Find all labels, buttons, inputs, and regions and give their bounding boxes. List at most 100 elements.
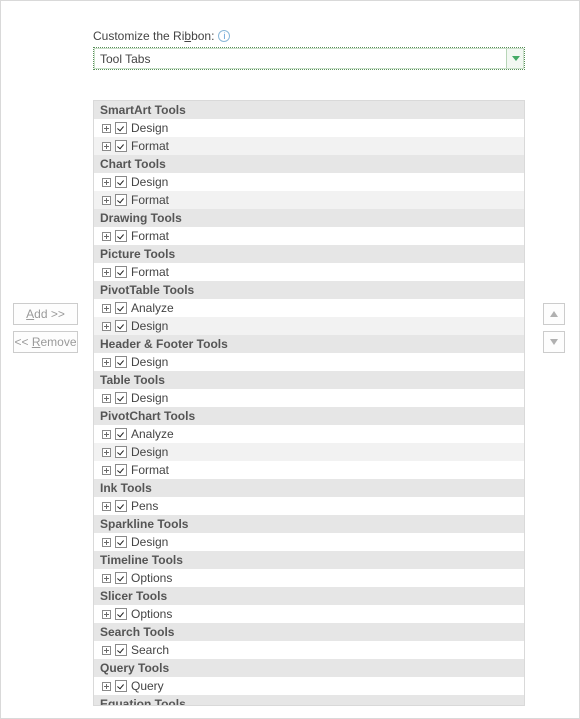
group-header[interactable]: Sparkline Tools [94, 515, 524, 533]
checkbox[interactable] [115, 464, 127, 476]
expand-icon[interactable] [102, 178, 111, 187]
tab-label: Design [131, 121, 168, 135]
group-header[interactable]: Table Tools [94, 371, 524, 389]
group-header[interactable]: Query Tools [94, 659, 524, 677]
group-header[interactable]: SmartArt Tools [94, 101, 524, 119]
tab-label: Format [131, 265, 169, 279]
checkbox[interactable] [115, 572, 127, 584]
group-header[interactable]: Search Tools [94, 623, 524, 641]
checkbox[interactable] [115, 176, 127, 188]
tab-label: Pens [131, 499, 158, 513]
expand-icon[interactable] [102, 304, 111, 313]
tab-label: Design [131, 175, 168, 189]
group-header[interactable]: PivotTable Tools [94, 281, 524, 299]
checkbox[interactable] [115, 428, 127, 440]
checkbox[interactable] [115, 266, 127, 278]
expand-icon[interactable] [102, 646, 111, 655]
tab-item[interactable]: Design [94, 389, 524, 407]
tab-item[interactable]: Query [94, 677, 524, 695]
dropdown-value: Tool Tabs [100, 52, 150, 66]
tab-label: Design [131, 319, 168, 333]
tab-item[interactable]: Design [94, 533, 524, 551]
tab-item[interactable]: Options [94, 569, 524, 587]
expand-icon[interactable] [102, 538, 111, 547]
expand-icon[interactable] [102, 430, 111, 439]
tab-item[interactable]: Analyze [94, 425, 524, 443]
tab-item[interactable]: Format [94, 191, 524, 209]
expand-icon[interactable] [102, 142, 111, 151]
checkbox[interactable] [115, 608, 127, 620]
checkbox[interactable] [115, 500, 127, 512]
tab-item[interactable]: Format [94, 461, 524, 479]
expand-icon[interactable] [102, 268, 111, 277]
checkbox[interactable] [115, 122, 127, 134]
checkbox[interactable] [115, 392, 127, 404]
tab-item[interactable]: Design [94, 317, 524, 335]
tab-item[interactable]: Format [94, 137, 524, 155]
tab-label: Options [131, 607, 172, 621]
info-icon[interactable]: i [218, 30, 230, 42]
tab-label: Format [131, 193, 169, 207]
checkbox[interactable] [115, 680, 127, 692]
tab-item[interactable]: Format [94, 263, 524, 281]
checkbox[interactable] [115, 230, 127, 242]
checkbox[interactable] [115, 446, 127, 458]
checkbox[interactable] [115, 302, 127, 314]
add-button[interactable]: Add >> [13, 303, 78, 325]
group-header[interactable]: PivotChart Tools [94, 407, 524, 425]
checkbox[interactable] [115, 140, 127, 152]
expand-icon[interactable] [102, 394, 111, 403]
move-up-button[interactable] [543, 303, 565, 325]
move-down-button[interactable] [543, 331, 565, 353]
expand-icon[interactable] [102, 448, 111, 457]
tab-item[interactable]: Search [94, 641, 524, 659]
label-post: bon: [191, 29, 214, 43]
expand-icon[interactable] [102, 574, 111, 583]
ribbon-tabs-listbox[interactable]: SmartArt ToolsDesignFormatChart ToolsDes… [93, 100, 525, 706]
tab-item[interactable]: Design [94, 119, 524, 137]
tab-label: Design [131, 355, 168, 369]
checkbox[interactable] [115, 194, 127, 206]
tab-label: Design [131, 535, 168, 549]
ribbon-scope-dropdown[interactable]: Tool Tabs [93, 47, 525, 70]
group-header[interactable]: Drawing Tools [94, 209, 524, 227]
group-header[interactable]: Header & Footer Tools [94, 335, 524, 353]
tab-label: Format [131, 229, 169, 243]
group-header[interactable]: Ink Tools [94, 479, 524, 497]
expand-icon[interactable] [102, 466, 111, 475]
group-header[interactable]: Slicer Tools [94, 587, 524, 605]
expand-icon[interactable] [102, 124, 111, 133]
group-header[interactable]: Equation Tools [94, 695, 524, 706]
expand-icon[interactable] [102, 610, 111, 619]
expand-icon[interactable] [102, 358, 111, 367]
expand-icon[interactable] [102, 196, 111, 205]
expand-icon[interactable] [102, 322, 111, 331]
tab-label: Design [131, 445, 168, 459]
expand-icon[interactable] [102, 232, 111, 241]
tab-item[interactable]: Analyze [94, 299, 524, 317]
tab-item[interactable]: Options [94, 605, 524, 623]
tab-item[interactable]: Design [94, 443, 524, 461]
chevron-down-icon [506, 48, 524, 69]
tab-item[interactable]: Design [94, 353, 524, 371]
tab-label: Query [131, 679, 164, 693]
group-header[interactable]: Chart Tools [94, 155, 524, 173]
customize-ribbon-label: Customize the Ribbon: i [93, 29, 565, 43]
tab-label: Search [131, 643, 169, 657]
label-pre: Customize the Ri [93, 29, 184, 43]
tab-label: Analyze [131, 301, 174, 315]
checkbox[interactable] [115, 644, 127, 656]
checkbox[interactable] [115, 536, 127, 548]
checkbox[interactable] [115, 356, 127, 368]
tab-label: Options [131, 571, 172, 585]
group-header[interactable]: Picture Tools [94, 245, 524, 263]
tab-item[interactable]: Pens [94, 497, 524, 515]
group-header[interactable]: Timeline Tools [94, 551, 524, 569]
tab-label: Format [131, 463, 169, 477]
remove-button[interactable]: << Remove [13, 331, 78, 353]
tab-item[interactable]: Format [94, 227, 524, 245]
checkbox[interactable] [115, 320, 127, 332]
tab-item[interactable]: Design [94, 173, 524, 191]
expand-icon[interactable] [102, 502, 111, 511]
expand-icon[interactable] [102, 682, 111, 691]
